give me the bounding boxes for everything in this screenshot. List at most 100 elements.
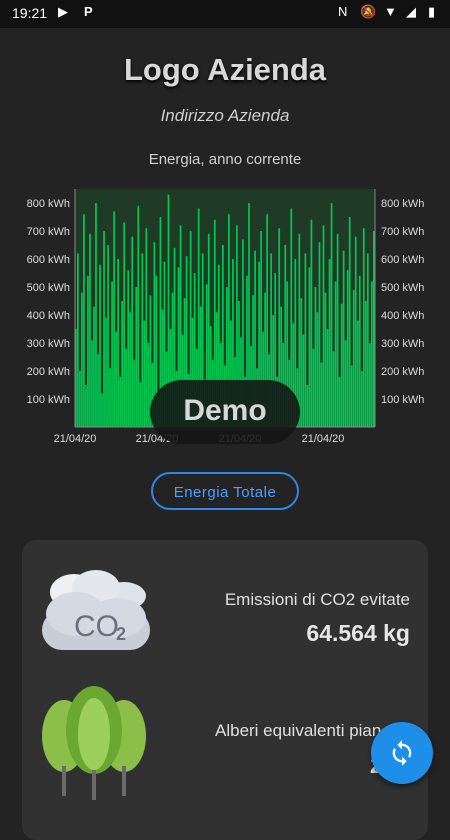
chart-bar <box>332 351 335 427</box>
chart-y-tick-right: 500 kWh <box>381 282 424 294</box>
chart-bar <box>99 264 101 427</box>
chart-bar <box>141 253 144 427</box>
chart-bar <box>125 348 128 427</box>
status-bar: 19:21 ▶ P N 🔕 ▼ ◢ ▮ <box>0 0 450 28</box>
chart-y-tick-left: 700 kWh <box>27 226 70 238</box>
chart-bar <box>93 306 95 427</box>
chart-bar <box>352 289 355 427</box>
chart-bar <box>346 270 349 427</box>
chart-bar <box>368 343 371 427</box>
chart-bar <box>117 259 119 427</box>
chart-bar <box>336 233 339 427</box>
chart-y-tick-right: 400 kWh <box>381 310 424 322</box>
chart-bar <box>105 317 107 427</box>
chart-bar <box>364 301 367 427</box>
chart-bar <box>91 340 93 427</box>
nfc-icon: N <box>338 4 348 19</box>
chart-bar <box>129 312 132 427</box>
chart-bar <box>328 259 331 427</box>
chart-bar <box>334 281 337 427</box>
status-time: 19:21 <box>12 5 48 21</box>
chart-bar <box>340 303 343 427</box>
wifi-icon: ▼ <box>384 4 397 19</box>
chart-bar <box>330 203 333 427</box>
sync-icon <box>392 740 412 766</box>
chart-bar <box>109 368 111 427</box>
chart-bar <box>362 228 365 427</box>
chart-y-tick-left: 800 kWh <box>27 198 70 210</box>
chart-y-tick-right: 100 kWh <box>381 394 424 406</box>
company-address: Indirizzo Azienda <box>160 106 290 125</box>
chart-bar <box>77 253 79 427</box>
chart-bar <box>324 292 327 427</box>
stats-card: CO 2 <box>22 540 428 840</box>
chart-y-tick-left: 500 kWh <box>27 282 70 294</box>
chart-y-tick-right: 800 kWh <box>381 198 424 210</box>
chart-x-tick: 21/04/20 <box>54 433 97 445</box>
chart-bar <box>83 214 85 427</box>
chart-bar <box>316 312 319 427</box>
chart-bar <box>302 334 305 427</box>
co2-avoided-label: Emissioni di CO2 evitate <box>224 590 410 609</box>
chart-bar <box>145 228 148 427</box>
chart-y-tick-left: 600 kWh <box>27 254 70 266</box>
chart-bar <box>101 393 103 427</box>
chart-y-tick-right: 700 kWh <box>381 226 424 238</box>
chart-bar <box>320 362 323 427</box>
chart-bar <box>143 320 146 427</box>
co2-icon-text: CO <box>74 610 119 643</box>
chart-bar <box>318 242 321 427</box>
chart-bar <box>115 331 117 427</box>
chart-bar <box>356 320 359 427</box>
equivalent-trees-label: Alberi equivalenti pian <box>215 721 382 740</box>
trees-icon <box>42 686 146 800</box>
chart-bar <box>97 354 99 427</box>
chart-bar <box>85 385 87 427</box>
chart-bar <box>358 275 361 427</box>
chart-bar <box>360 371 363 427</box>
chart-y-tick-left: 200 kWh <box>27 366 70 378</box>
chart-bar <box>370 281 373 427</box>
chart-bar <box>314 287 317 427</box>
chart-bar <box>310 219 313 427</box>
chart-bar <box>121 301 124 427</box>
chart-y-tick-right: 300 kWh <box>381 338 424 350</box>
chart-y-tick-left: 400 kWh <box>27 310 70 322</box>
chart-y-tick-right: 600 kWh <box>381 254 424 266</box>
mute-icon: 🔕 <box>360 4 377 19</box>
co2-avoided-value: 64.564 kg <box>306 620 410 646</box>
chart-bar <box>308 267 311 427</box>
total-energy-button[interactable]: Energia Totale <box>151 472 299 510</box>
chart-bar <box>312 348 315 427</box>
youtube-icon: ▶ <box>58 4 68 19</box>
chart-bar <box>348 217 351 427</box>
battery-icon: ▮ <box>428 4 436 19</box>
chart-bar <box>113 211 115 427</box>
refresh-button[interactable] <box>371 722 433 784</box>
chart-bar <box>111 281 113 427</box>
chart-bar <box>326 329 329 427</box>
chart-bar <box>342 250 345 427</box>
chart-bar <box>300 298 303 427</box>
chart-bar <box>366 253 369 427</box>
chart-title: Energia, anno corrente <box>148 151 302 168</box>
chart-bar <box>81 292 83 427</box>
chart-bar <box>304 253 307 427</box>
chart-bar <box>123 222 126 427</box>
chart-bar <box>137 205 140 427</box>
chart-bar <box>354 236 357 427</box>
chart-bar <box>133 359 136 427</box>
co2-cloud-icon: CO 2 <box>42 570 150 650</box>
chart-bar <box>95 203 97 427</box>
chart-bar <box>322 225 325 427</box>
company-logo-text: Logo Azienda <box>123 52 327 87</box>
chart-bar <box>372 231 375 427</box>
co2-icon-sub: 2 <box>116 624 126 644</box>
chart-bar <box>103 231 105 427</box>
chart-bar <box>119 376 122 427</box>
chart-bar <box>350 365 353 427</box>
app-p-icon: P <box>84 4 93 19</box>
chart-bar <box>79 371 81 427</box>
chart-bar <box>135 287 138 427</box>
chart-y-tick-left: 100 kWh <box>27 394 70 406</box>
